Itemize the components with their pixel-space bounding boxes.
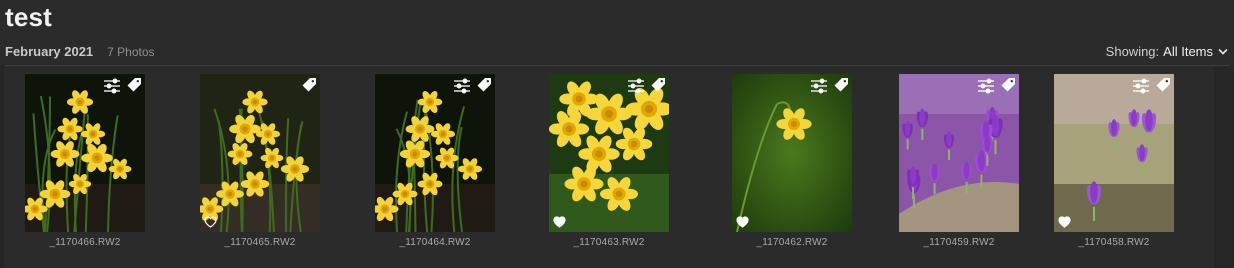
section-header: February 2021 7 Photos (5, 44, 155, 62)
chevron-down-icon[interactable] (1218, 47, 1228, 57)
adjustments-sliders-icon (628, 78, 644, 94)
tag-icon (477, 78, 491, 92)
photo-thumbnail[interactable] (200, 74, 320, 232)
tag-icon (651, 78, 665, 92)
photo-filename: _1170458.RW2 (1078, 237, 1150, 248)
grid-gutter-left (0, 66, 4, 268)
photo-filename: _1170464.RW2 (399, 237, 471, 248)
tag-icon (1001, 78, 1015, 92)
photo-image (899, 74, 1019, 232)
heart-icon[interactable] (1058, 216, 1071, 228)
tag-icon (127, 78, 141, 92)
photo-image (549, 74, 669, 232)
album-title: test (5, 2, 53, 32)
adjustments-sliders-icon (454, 78, 470, 94)
photo-image (1054, 74, 1174, 232)
showing-filter-dropdown[interactable]: Showing: All Items (1106, 44, 1228, 59)
tag-icon (302, 78, 316, 92)
photo-thumbnail[interactable] (732, 74, 852, 232)
photo-count: 7 Photos (107, 45, 155, 59)
adjustments-sliders-icon (104, 78, 120, 94)
photo-image (25, 74, 145, 232)
photo-filename: _1170459.RW2 (923, 237, 995, 248)
photo-thumbnail[interactable] (899, 74, 1019, 232)
section-divider (5, 65, 1229, 66)
photo-thumbnail[interactable] (1054, 74, 1174, 232)
photo-filename: _1170463.RW2 (573, 237, 645, 248)
grid-scroll-gutter (1214, 66, 1234, 268)
photo-thumbnail[interactable] (375, 74, 495, 232)
tag-icon (834, 78, 848, 92)
showing-label: Showing: (1105, 44, 1160, 59)
heart-icon[interactable] (736, 216, 749, 228)
photo-image (732, 74, 852, 232)
adjustments-sliders-icon (811, 78, 827, 94)
tag-icon (1156, 78, 1170, 92)
photo-thumbnail[interactable] (25, 74, 145, 232)
heart-icon[interactable] (553, 216, 566, 228)
heart-icon[interactable] (204, 216, 217, 228)
photo-image (200, 74, 320, 232)
photo-filename: _1170465.RW2 (224, 237, 296, 248)
photos-app: test February 2021 7 Photos Showing: All… (0, 0, 1234, 268)
section-date: February 2021 (5, 44, 94, 59)
photo-image (375, 74, 495, 232)
photo-filename: _1170466.RW2 (49, 237, 121, 248)
adjustments-sliders-icon (1133, 78, 1149, 94)
photo-thumbnail[interactable] (549, 74, 669, 232)
photo-filename: _1170462.RW2 (756, 237, 828, 248)
showing-value[interactable]: All Items (1163, 44, 1213, 59)
adjustments-sliders-icon (978, 78, 994, 94)
